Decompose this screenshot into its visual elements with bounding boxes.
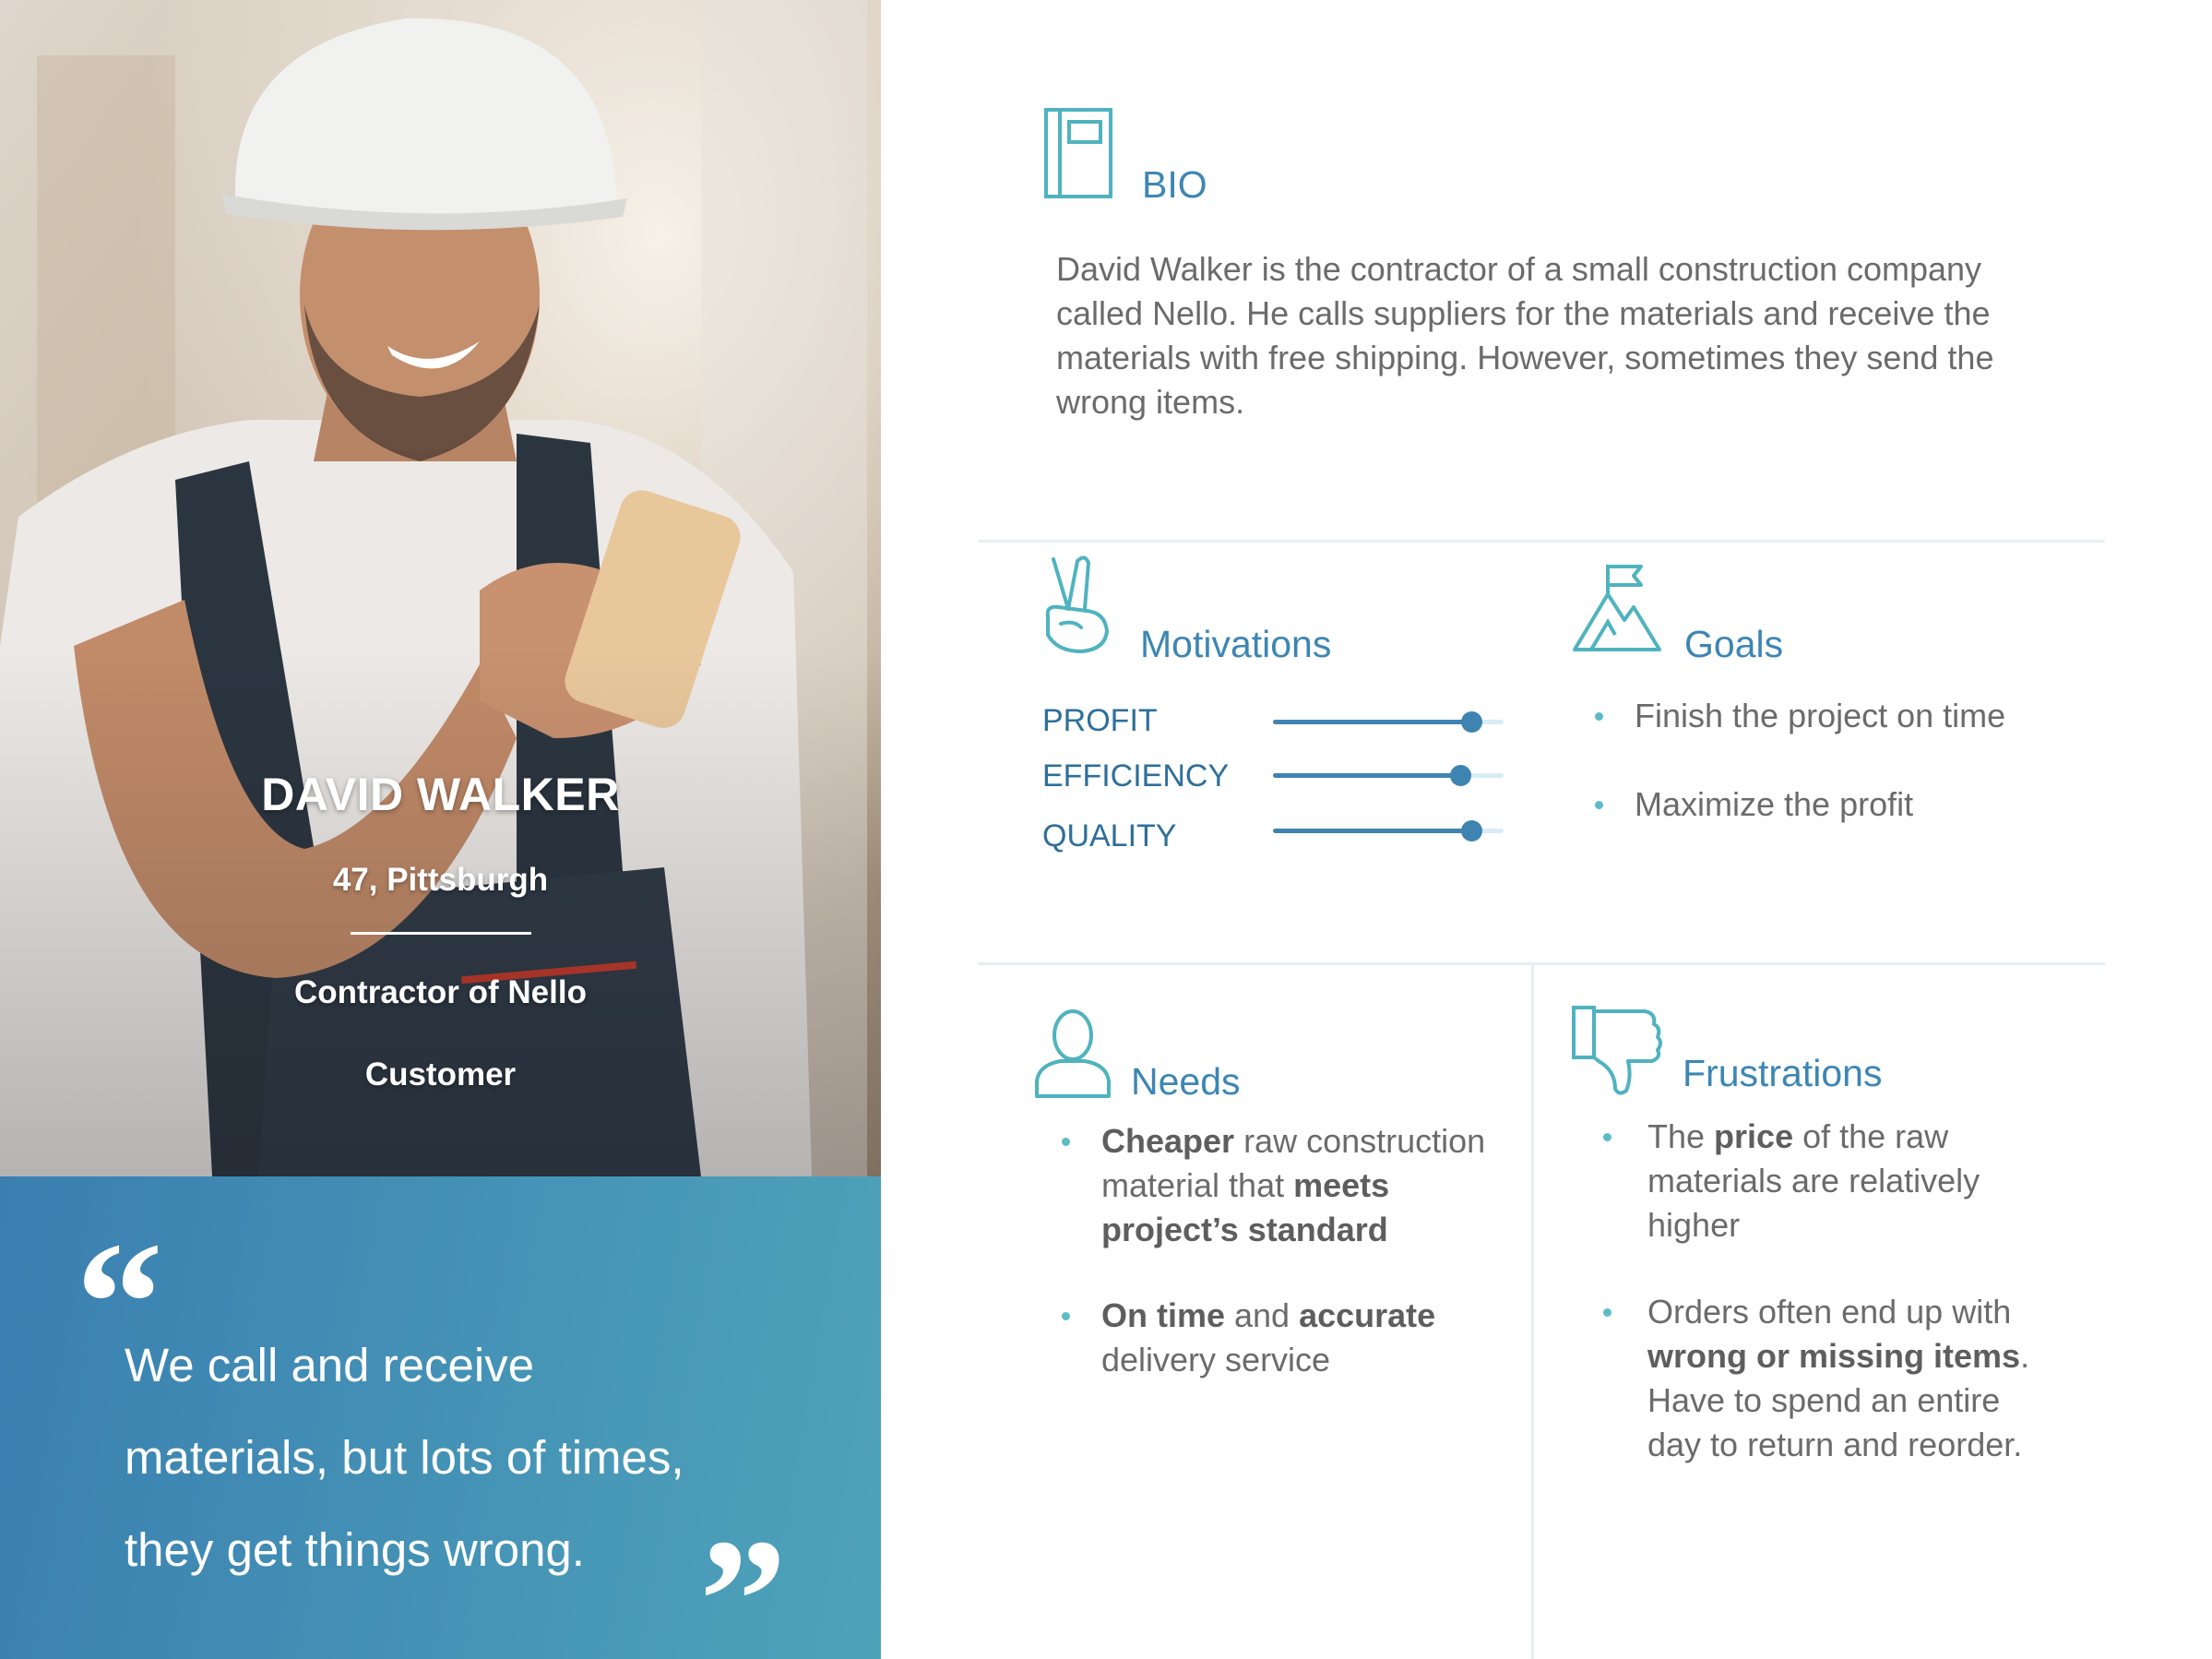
need-item: Cheaper raw construction material that me… (1101, 1119, 1485, 1252)
frustrations-title: Frustrations (1683, 1052, 1883, 1094)
text: and (1225, 1296, 1300, 1334)
persona-type: Customer (364, 1056, 517, 1092)
text: Orders often end up with (1647, 1293, 2012, 1331)
frustration-line: day to return and reorder. (1647, 1423, 2029, 1467)
motivation-slider-profit (1273, 711, 1504, 733)
close-quote-icon: ” (699, 1504, 787, 1659)
slider-knob (1449, 765, 1471, 786)
bio-title: BIO (1142, 163, 1207, 206)
bio-line: called Nello. He calls suppliers for the… (1056, 294, 1991, 332)
bullet-icon (1062, 1312, 1070, 1320)
slider-fill (1273, 720, 1471, 724)
frustration-line: The price of the raw (1647, 1115, 1980, 1159)
text: The (1647, 1117, 1715, 1155)
bold-text: Cheaper (1101, 1122, 1235, 1160)
frustration-line: Orders often end up with (1647, 1290, 2029, 1334)
text: delivery service (1101, 1341, 1331, 1379)
frustration-line: higher (1647, 1203, 1980, 1247)
bio-line: wrong items. (1056, 383, 1245, 421)
person-icon (1033, 1008, 1112, 1104)
needs-title: Needs (1131, 1060, 1241, 1103)
mountain-flag-icon (1571, 561, 1663, 658)
frustration-line: wrong or missing items. (1647, 1334, 2029, 1379)
need-line: Cheaper raw construction (1101, 1119, 1485, 1164)
motivations-title: Motivations (1140, 623, 1332, 665)
peace-hand-icon (1041, 552, 1114, 660)
column-divider (1531, 962, 1534, 1659)
section-divider (978, 962, 2105, 965)
text: Have to spend an entire (1647, 1381, 2001, 1419)
goals-title: Goals (1684, 623, 1784, 665)
need-line: On time and accurate (1101, 1294, 1435, 1338)
text: raw construction (1234, 1122, 1486, 1160)
text: day to return and reorder. (1647, 1426, 2023, 1463)
need-line: material that meets (1101, 1164, 1485, 1208)
frustration-line: Have to spend an entire (1647, 1379, 2029, 1423)
quote-text: We call and receive materials, but lots … (125, 1319, 789, 1596)
text: . (2020, 1337, 2030, 1375)
persona-divider (351, 932, 531, 935)
bold-text: project’s standard (1101, 1211, 1388, 1248)
persona-role: Contractor of Nello (294, 974, 587, 1010)
bold-text: wrong or missing items (1647, 1337, 2021, 1375)
text: material that (1101, 1166, 1294, 1204)
frustration-item: Orders often end up with wrong or missing… (1647, 1290, 2029, 1467)
quote-line: We call and receive (125, 1339, 535, 1391)
section-divider (978, 540, 2105, 543)
motivation-label-efficiency: EFFICIENCY (1042, 758, 1230, 794)
text: higher (1647, 1206, 1741, 1244)
bullet-icon (1062, 1138, 1070, 1146)
frustration-line: materials are relatively (1647, 1159, 1980, 1203)
text: materials are relatively (1647, 1162, 1980, 1199)
quote-line: they get things wrong. (125, 1523, 585, 1576)
bullet-icon (1603, 1133, 1611, 1141)
need-line: delivery service (1101, 1338, 1435, 1382)
bold-text: accurate (1299, 1296, 1436, 1334)
motivation-slider-quality (1273, 820, 1504, 841)
bold-text: On time (1101, 1296, 1226, 1334)
text: of the raw (1793, 1117, 1949, 1155)
bio-line: David Walker is the contractor of a smal… (1056, 250, 1982, 288)
thumbs-down-icon (1571, 1004, 1663, 1101)
bold-text: price (1714, 1117, 1794, 1155)
goal-item: Finish the project on time (1635, 697, 2006, 734)
book-icon (1043, 107, 1113, 204)
persona-age-location: 47, Pittsburgh (332, 862, 549, 898)
motivation-label-quality: QUALITY (1042, 818, 1177, 853)
goal-item: Maximize the profit (1635, 785, 1914, 823)
need-line: project’s standard (1101, 1208, 1485, 1252)
quote-line: materials, but lots of times, (125, 1431, 684, 1484)
slider-fill (1273, 829, 1471, 833)
bullet-icon (1595, 712, 1603, 721)
slider-knob (1461, 820, 1482, 841)
slider-knob (1461, 711, 1482, 733)
frustration-item: The price of the raw materials are relati… (1647, 1115, 1980, 1247)
need-item: On time and accurate delivery service (1101, 1294, 1435, 1382)
motivation-slider-efficiency (1273, 765, 1504, 786)
bio-line: materials with free shipping. However, s… (1056, 339, 1994, 376)
bold-text: meets (1293, 1166, 1390, 1204)
bio-text: David Walker is the contractor of a smal… (1056, 247, 2089, 424)
bullet-icon (1595, 801, 1603, 809)
motivation-label-profit: PROFIT (1042, 703, 1158, 738)
persona-name: DAVID WALKER (261, 769, 620, 820)
bullet-icon (1603, 1308, 1611, 1317)
slider-fill (1273, 773, 1460, 778)
